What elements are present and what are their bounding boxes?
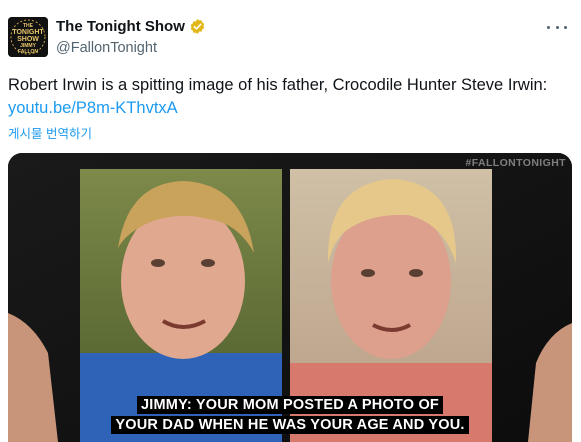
logo-line-2: TONIGHT bbox=[12, 29, 44, 36]
caption-line-1: JIMMY: YOUR MOM POSTED A PHOTO OF bbox=[8, 396, 572, 414]
tweet-link[interactable]: youtu.be/P8m-KThvtxA bbox=[8, 99, 178, 117]
display-name-row[interactable]: The Tonight Show bbox=[56, 18, 206, 35]
logo-line-5: FALLON bbox=[18, 49, 38, 55]
media-video[interactable]: #FALLONTONIGHT JIMMY: YOUR MOM POSTED A … bbox=[8, 153, 572, 442]
more-options-icon[interactable] bbox=[547, 20, 567, 34]
tweet-text: Robert Irwin is a spitting image of his … bbox=[8, 74, 568, 119]
caption-line-2: YOUR DAD WHEN HE WAS YOUR AGE AND YOU. bbox=[8, 416, 572, 434]
display-name[interactable]: The Tonight Show bbox=[56, 18, 185, 35]
avatar[interactable]: THE TONIGHT SHOW JIMMY FALLON bbox=[8, 17, 48, 57]
video-watermark: #FALLONTONIGHT bbox=[465, 157, 566, 169]
logo-line-3: SHOW bbox=[17, 36, 39, 43]
translate-post-link[interactable]: 게시물 번역하기 bbox=[8, 123, 92, 142]
tweet-text-body: Robert Irwin is a spitting image of his … bbox=[8, 76, 548, 94]
tonight-show-logo: THE TONIGHT SHOW JIMMY FALLON bbox=[8, 17, 48, 57]
handle[interactable]: @FallonTonight bbox=[56, 40, 157, 56]
verified-badge-icon bbox=[190, 19, 205, 34]
